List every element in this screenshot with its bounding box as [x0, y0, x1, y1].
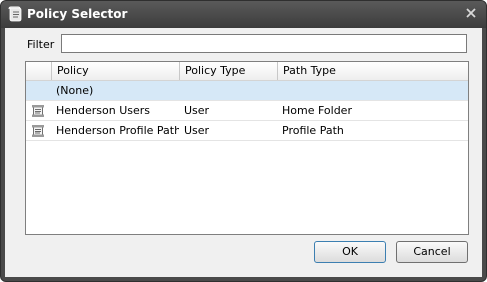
header-icon-column: [26, 62, 51, 80]
grid-header: Policy Policy Type Path Type: [26, 62, 468, 81]
policy-selector-window: Policy Selector Filter Policy Policy Typ…: [0, 0, 487, 282]
cell-policy-type: [179, 81, 277, 101]
ok-button[interactable]: OK: [314, 241, 386, 263]
cell-path-type: Profile Path: [282, 124, 344, 137]
window-title: Policy Selector: [27, 7, 128, 21]
title-bar[interactable]: Policy Selector: [1, 1, 486, 28]
filter-input[interactable]: [61, 34, 467, 53]
table-row[interactable]: (None): [26, 81, 468, 101]
cell-policy-type: User: [184, 104, 210, 117]
scroll-icon: [8, 6, 22, 22]
cancel-button[interactable]: Cancel: [396, 241, 468, 263]
cell-path-type: [277, 81, 468, 101]
column-header-policy-type[interactable]: Policy Type: [179, 62, 277, 80]
policy-grid[interactable]: Policy Policy Type Path Type (None) Hend…: [25, 61, 469, 235]
dialog-body: Filter Policy Policy Type Path Type (Non…: [5, 28, 482, 277]
column-header-policy[interactable]: Policy: [51, 62, 179, 80]
column-header-label: Policy Type: [185, 64, 246, 77]
table-row[interactable]: Henderson Profile Path User Profile Path: [26, 121, 468, 141]
column-header-label: Path Type: [283, 64, 336, 77]
policy-document-icon: [32, 105, 44, 117]
column-header-label: Policy: [57, 64, 89, 77]
policy-document-icon: [32, 125, 44, 137]
table-row[interactable]: Henderson Users User Home Folder: [26, 101, 468, 121]
cell-policy: Henderson Users: [56, 104, 151, 117]
filter-label: Filter: [27, 38, 55, 51]
cell-policy-type: User: [184, 124, 210, 137]
cell-policy: (None): [56, 84, 94, 97]
cell-policy: Henderson Profile Path: [56, 124, 179, 137]
close-icon[interactable]: [463, 5, 479, 21]
column-header-path-type[interactable]: Path Type: [277, 62, 468, 80]
cell-path-type: Home Folder: [282, 104, 352, 117]
